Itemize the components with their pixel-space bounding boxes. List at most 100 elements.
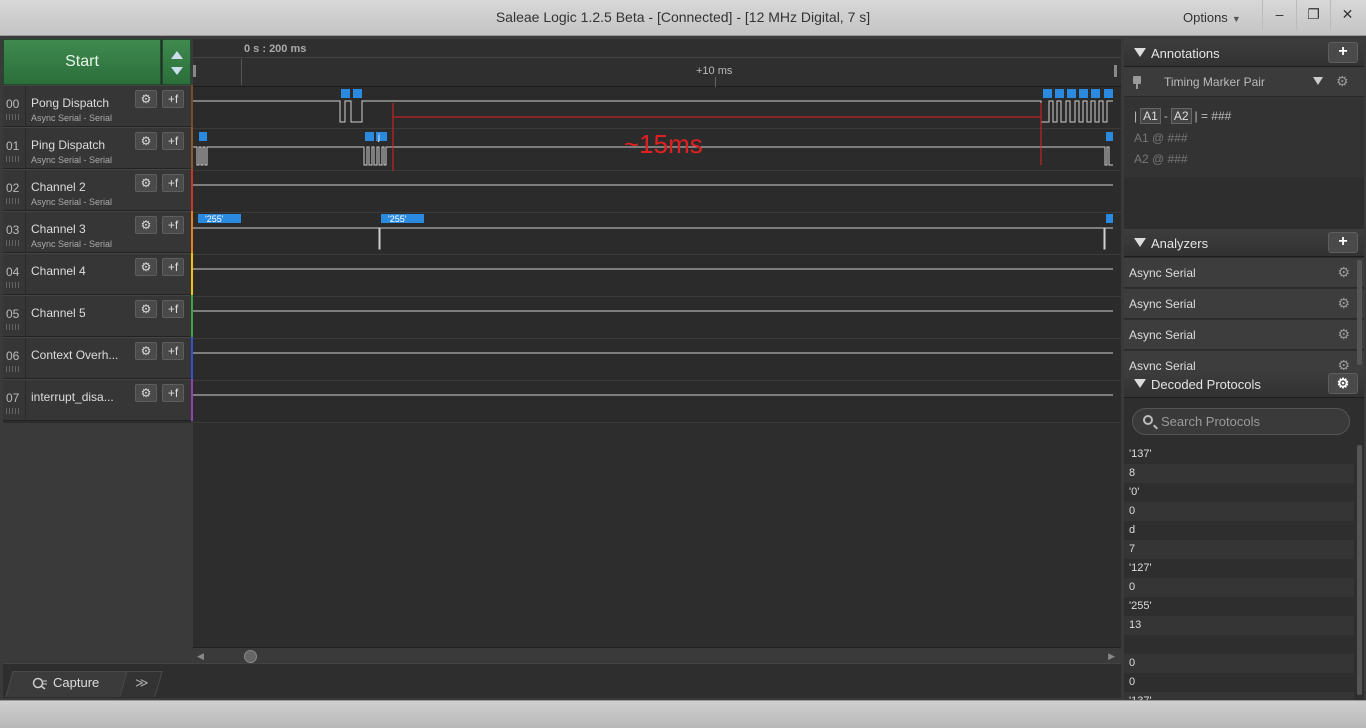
- ruler-right-handle[interactable]: [1114, 65, 1117, 77]
- channel-settings-button[interactable]: ⚙: [135, 174, 157, 192]
- options-menu[interactable]: Options ▼: [1183, 10, 1241, 25]
- channel-trigger-button[interactable]: +f: [162, 384, 184, 402]
- drag-handle-icon[interactable]: [6, 240, 20, 246]
- channel-settings-button[interactable]: ⚙: [135, 258, 157, 276]
- close-button[interactable]: ✕: [1330, 0, 1364, 30]
- channel-settings-button[interactable]: ⚙: [135, 384, 157, 402]
- channel-row[interactable]: 00 Pong Dispatch Async Serial - Serial ⚙ +f: [3, 85, 191, 128]
- collapse-triangle-icon[interactable]: [1134, 238, 1146, 247]
- analyzer-item[interactable]: Async Serial ⚙: [1124, 320, 1364, 350]
- channel-settings-button[interactable]: ⚙: [135, 300, 157, 318]
- add-analyzer-button[interactable]: +: [1328, 232, 1358, 253]
- analyzer-item[interactable]: Async Serial ⚙: [1124, 289, 1364, 319]
- decoded-row[interactable]: [1124, 635, 1354, 654]
- drag-handle-icon[interactable]: [6, 156, 20, 162]
- start-button[interactable]: Start: [3, 39, 161, 85]
- channel-trigger-button[interactable]: +f: [162, 174, 184, 192]
- search-protocols-input[interactable]: Search Protocols: [1132, 408, 1350, 435]
- horizontal-scrollbar[interactable]: ◀ ▶: [193, 647, 1121, 663]
- scroll-right-icon[interactable]: ▶: [1108, 651, 1115, 662]
- decoded-row[interactable]: 8: [1124, 464, 1354, 483]
- add-annotation-button[interactable]: +: [1328, 42, 1358, 63]
- ch1-decode-label: j: [377, 132, 380, 142]
- decoded-row[interactable]: 0: [1124, 654, 1354, 673]
- decoded-scrollbar[interactable]: [1357, 445, 1362, 695]
- channel-name[interactable]: Channel 2: [31, 180, 133, 194]
- decoded-row[interactable]: d: [1124, 521, 1354, 540]
- channel-name[interactable]: Ping Dispatch: [31, 138, 133, 152]
- decoded-row[interactable]: 7: [1124, 540, 1354, 559]
- channel-settings-button[interactable]: ⚙: [135, 216, 157, 234]
- decoded-row[interactable]: 0: [1124, 578, 1354, 597]
- time-ruler[interactable]: 0 s : 200 ms +10 ms: [193, 39, 1121, 87]
- waveform-area[interactable]: 0 s : 200 ms +10 ms j '255' '255' ~15ms: [193, 39, 1121, 661]
- drag-handle-icon[interactable]: [6, 366, 20, 372]
- double-chevron-icon[interactable]: ≫: [135, 675, 149, 691]
- analyzer-name: Async Serial: [1129, 328, 1196, 342]
- channel-row[interactable]: 07 interrupt_disa... ⚙ +f: [3, 379, 191, 422]
- marker-a2-box[interactable]: A2: [1170, 108, 1192, 124]
- channel-number: 05: [6, 307, 20, 321]
- channel-row[interactable]: 05 Channel 5 ⚙ +f: [3, 295, 191, 338]
- channel-trigger-button[interactable]: +f: [162, 258, 184, 276]
- scroll-left-icon[interactable]: ◀: [197, 651, 204, 662]
- decoded-row[interactable]: '137': [1124, 692, 1354, 700]
- channel-trigger-button[interactable]: +f: [162, 216, 184, 234]
- ruler-left-handle[interactable]: [193, 65, 196, 77]
- channel-name[interactable]: Channel 3: [31, 222, 133, 236]
- channel-name[interactable]: Channel 4: [31, 264, 133, 278]
- channel-divider: [25, 128, 26, 170]
- channel-trigger-button[interactable]: +f: [162, 132, 184, 150]
- decoded-row[interactable]: '137': [1124, 445, 1354, 464]
- channel-trigger-button[interactable]: +f: [162, 342, 184, 360]
- channel-name[interactable]: Channel 5: [31, 306, 133, 320]
- channel-name[interactable]: Context Overh...: [31, 348, 133, 362]
- channel-row[interactable]: 04 Channel 4 ⚙ +f: [3, 253, 191, 296]
- drag-handle-icon[interactable]: [6, 324, 20, 330]
- decoded-row[interactable]: '255': [1124, 597, 1354, 616]
- arrow-down-icon: [171, 67, 183, 75]
- drag-handle-icon[interactable]: [6, 282, 20, 288]
- timing-marker-row[interactable]: Timing Marker Pair ⚙: [1124, 67, 1364, 97]
- start-options-button[interactable]: [162, 39, 191, 85]
- channel-trigger-button[interactable]: +f: [162, 90, 184, 108]
- channel-settings-button[interactable]: ⚙: [135, 132, 157, 150]
- decoded-row[interactable]: '0': [1124, 483, 1354, 502]
- dropdown-icon[interactable]: [1313, 77, 1323, 85]
- channel-row[interactable]: 06 Context Overh... ⚙ +f: [3, 337, 191, 380]
- channel-name[interactable]: Pong Dispatch: [31, 96, 133, 110]
- channel-name[interactable]: interrupt_disa...: [31, 390, 133, 404]
- channel-analyzer-label: Async Serial - Serial: [31, 113, 113, 123]
- marker-a1-box[interactable]: A1: [1140, 108, 1161, 124]
- gear-icon[interactable]: ⚙: [1337, 326, 1350, 343]
- maximize-button[interactable]: ❐: [1296, 0, 1330, 30]
- decoded-row[interactable]: 0: [1124, 673, 1354, 692]
- analyzer-item[interactable]: Async Serial ⚙: [1124, 258, 1364, 288]
- decoded-row[interactable]: '127': [1124, 559, 1354, 578]
- channel-settings-button[interactable]: ⚙: [135, 342, 157, 360]
- scroll-thumb[interactable]: [244, 650, 257, 663]
- decoded-row[interactable]: 0: [1124, 502, 1354, 521]
- channel-row[interactable]: 02 Channel 2 Async Serial - Serial ⚙ +f: [3, 169, 191, 212]
- channel-trigger-button[interactable]: +f: [162, 300, 184, 318]
- channel-row[interactable]: 01 Ping Dispatch Async Serial - Serial ⚙ +f: [3, 127, 191, 170]
- capture-tab[interactable]: Capture: [53, 675, 99, 690]
- analyzer-item[interactable]: Async Serial ⚙: [1124, 351, 1364, 370]
- collapse-triangle-icon[interactable]: [1134, 48, 1146, 57]
- minimize-button[interactable]: –: [1262, 0, 1296, 30]
- gear-icon[interactable]: ⚙: [1337, 295, 1350, 312]
- channel-settings-button[interactable]: ⚙: [135, 90, 157, 108]
- decoded-row[interactable]: 13: [1124, 616, 1354, 635]
- collapse-triangle-icon[interactable]: [1134, 379, 1146, 388]
- decoded-settings-button[interactable]: ⚙: [1328, 373, 1358, 394]
- analyzer-scrollbar[interactable]: [1357, 260, 1362, 365]
- drag-handle-icon[interactable]: [6, 114, 20, 120]
- gear-icon[interactable]: ⚙: [1337, 357, 1350, 370]
- gear-icon[interactable]: ⚙: [1337, 264, 1350, 281]
- drag-handle-icon[interactable]: [6, 408, 20, 414]
- gear-icon[interactable]: ⚙: [1336, 73, 1349, 90]
- channel-row[interactable]: 03 Channel 3 Async Serial - Serial ⚙ +f: [3, 211, 191, 254]
- drag-handle-icon[interactable]: [6, 198, 20, 204]
- time-tick-label: +10 ms: [696, 65, 733, 77]
- bottom-tab-bar: Capture ≫: [3, 663, 1121, 698]
